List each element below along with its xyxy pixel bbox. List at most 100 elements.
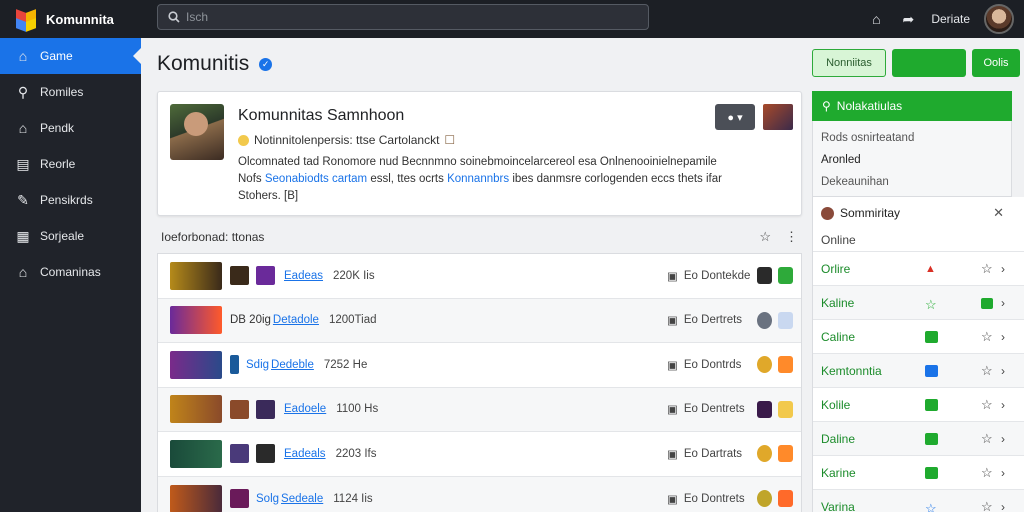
lock-icon: ☐: [444, 133, 456, 147]
badge-icon[interactable]: [778, 356, 793, 374]
badge-icon[interactable]: [757, 356, 772, 374]
more-icon[interactable]: ⋮: [785, 229, 798, 245]
panel-line: Dekeaunihan: [821, 176, 889, 188]
image-icon: ▣: [667, 493, 678, 506]
row-size: 2203 Ifs: [335, 447, 377, 460]
stats-panel: Rods osnirteatand Aronled Dekeaunihan: [812, 121, 1012, 197]
row-status: Eo Dertrets: [683, 314, 743, 327]
desc-text: essl,: [370, 173, 395, 185]
list-item[interactable]: Kaline ☆ ›: [813, 285, 1024, 319]
file-list: Eadeas 220K Iis ▣ Eo Dontekde DB 20ig Det…: [157, 253, 802, 512]
list-item[interactable]: Daline ☆ ›: [813, 421, 1024, 455]
table-row[interactable]: Solg Sedeale 1124 Iis ▣ Eo Dontrets: [158, 476, 801, 512]
sidebar-item-game[interactable]: ⌂ Game: [0, 38, 141, 74]
row-link[interactable]: Eadoele: [284, 403, 326, 415]
tools-button[interactable]: Oolis: [972, 49, 1020, 77]
row-link[interactable]: Sedeale: [281, 493, 323, 505]
chevron-right-icon[interactable]: ›: [1001, 330, 1005, 344]
row-status: Eo Dentrets: [683, 403, 745, 416]
close-icon[interactable]: ✕: [993, 205, 1004, 221]
community-subtitle: Notinnitolenpersis: ttse Cartolanckt ☐: [238, 133, 455, 147]
star-icon[interactable]: ☆: [981, 329, 993, 345]
desc-link[interactable]: Seonabiodts cartam: [265, 173, 367, 185]
badge-icon[interactable]: [778, 311, 793, 329]
row-link[interactable]: Detadole: [273, 314, 319, 326]
user-name[interactable]: Deriate: [931, 12, 970, 26]
chevron-right-icon[interactable]: ›: [1001, 432, 1005, 446]
sidebar: ⌂ Game ⚲ Romiles ⌂ Pendk ▤ Reorle ✎ Pensikrds…: [0, 38, 141, 512]
table-row[interactable]: Eadeals 2203 Ifs ▣ Eo Dartrats: [158, 432, 801, 477]
image-icon: ▣: [667, 404, 678, 417]
sidebar-item-comaninas[interactable]: ⌂ Comaninas: [0, 254, 141, 290]
folder-icon[interactable]: [981, 298, 993, 309]
sidebar-item-sorjeale[interactable]: ▦ Sorjeale: [0, 218, 141, 254]
search-bar[interactable]: [157, 4, 649, 30]
table-row[interactable]: Eadeas 220K Iis ▣ Eo Dontekde: [158, 254, 801, 299]
mini-thumbnail: [230, 444, 249, 464]
app-logo[interactable]: Komunnita: [0, 7, 150, 32]
game-thumbnail: [170, 306, 222, 335]
chevron-right-icon[interactable]: ›: [1001, 466, 1005, 480]
chevron-right-icon[interactable]: ›: [1001, 296, 1005, 310]
panel-line: Aronled: [821, 154, 861, 166]
star-icon[interactable]: ☆: [981, 465, 993, 481]
badge-icon[interactable]: [757, 267, 772, 285]
home-icon[interactable]: ⌂: [867, 11, 885, 27]
badge-icon[interactable]: [778, 400, 793, 418]
chevron-right-icon[interactable]: ›: [1001, 398, 1005, 412]
badge-icon[interactable]: [757, 490, 772, 508]
list-item[interactable]: Karine ☆ ›: [813, 455, 1024, 489]
action-button[interactable]: [892, 49, 966, 77]
folder-icon: [925, 330, 938, 343]
list-item[interactable]: Caline ☆ ›: [813, 319, 1024, 353]
star-icon[interactable]: ☆: [981, 363, 993, 379]
badge-icon[interactable]: [778, 490, 793, 508]
sidebar-item-reorle[interactable]: ▤ Reorle: [0, 146, 141, 182]
chevron-right-icon[interactable]: ›: [1001, 364, 1005, 378]
grid-icon: ▦: [16, 227, 30, 244]
chat-button[interactable]: ● ▾: [715, 104, 755, 130]
sidebar-item-label: Game: [40, 49, 73, 63]
community-button[interactable]: Nonniitas: [812, 49, 886, 77]
desc-link[interactable]: Konnannbrs: [447, 173, 509, 185]
sidebar-item-label: Romiles: [40, 85, 84, 99]
badge-icon[interactable]: [778, 267, 793, 285]
star-icon: ☆: [925, 296, 937, 312]
mini-thumbnail: [256, 444, 275, 464]
list-item[interactable]: Orlire ▲ ☆ ›: [813, 251, 1024, 285]
home-icon: ⌂: [18, 48, 28, 64]
row-link[interactable]: Eadeals: [284, 448, 326, 460]
star-icon[interactable]: ☆: [981, 499, 993, 512]
chevron-right-icon[interactable]: ›: [1001, 262, 1005, 276]
chevron-right-icon[interactable]: ›: [1001, 500, 1005, 512]
badge-icon[interactable]: [757, 311, 772, 329]
table-row[interactable]: Eadoele 1100 Hs ▣ Eo Dentrets: [158, 387, 801, 432]
badge-icon[interactable]: [757, 445, 772, 463]
mini-thumbnail: [230, 266, 249, 286]
folder-icon: [925, 466, 938, 479]
row-link[interactable]: Eadeas: [284, 270, 323, 282]
emoji-icon: [238, 134, 249, 146]
badge-icon[interactable]: [757, 400, 772, 418]
list-item[interactable]: Kemtonntia ☆ ›: [813, 353, 1024, 387]
table-row[interactable]: DB 20ig Detadole 1200Tiad ▣ Eo Dertrets: [158, 298, 801, 343]
list-title: Ioeforbonad: ttonas: [161, 230, 265, 244]
search-icon: ⚲: [822, 99, 831, 113]
table-row[interactable]: Sdig Dedeble 7252 He ▣ Eo Dontrds: [158, 343, 801, 388]
list-item[interactable]: Kolile ☆ ›: [813, 387, 1024, 421]
avatar[interactable]: [984, 4, 1014, 34]
rocket-icon[interactable]: ➦: [899, 11, 917, 28]
star-icon[interactable]: ☆: [981, 431, 993, 447]
image-icon: ▣: [667, 359, 678, 372]
star-icon[interactable]: ☆: [981, 397, 993, 413]
sidebar-item-romiles[interactable]: ⚲ Romiles: [0, 74, 141, 110]
list-item[interactable]: Varina ☆ ☆ ›: [813, 489, 1024, 512]
badge-icon[interactable]: [778, 445, 793, 463]
sidebar-item-pensikrds[interactable]: ✎ Pensikrds: [0, 182, 141, 218]
star-icon[interactable]: ☆: [981, 261, 993, 277]
sidebar-item-pendk[interactable]: ⌂ Pendk: [0, 110, 141, 146]
star-icon[interactable]: ☆: [759, 229, 771, 245]
search-input[interactable]: [186, 10, 626, 24]
row-link[interactable]: Dedeble: [271, 359, 314, 371]
community-thumbnail[interactable]: [763, 104, 793, 130]
